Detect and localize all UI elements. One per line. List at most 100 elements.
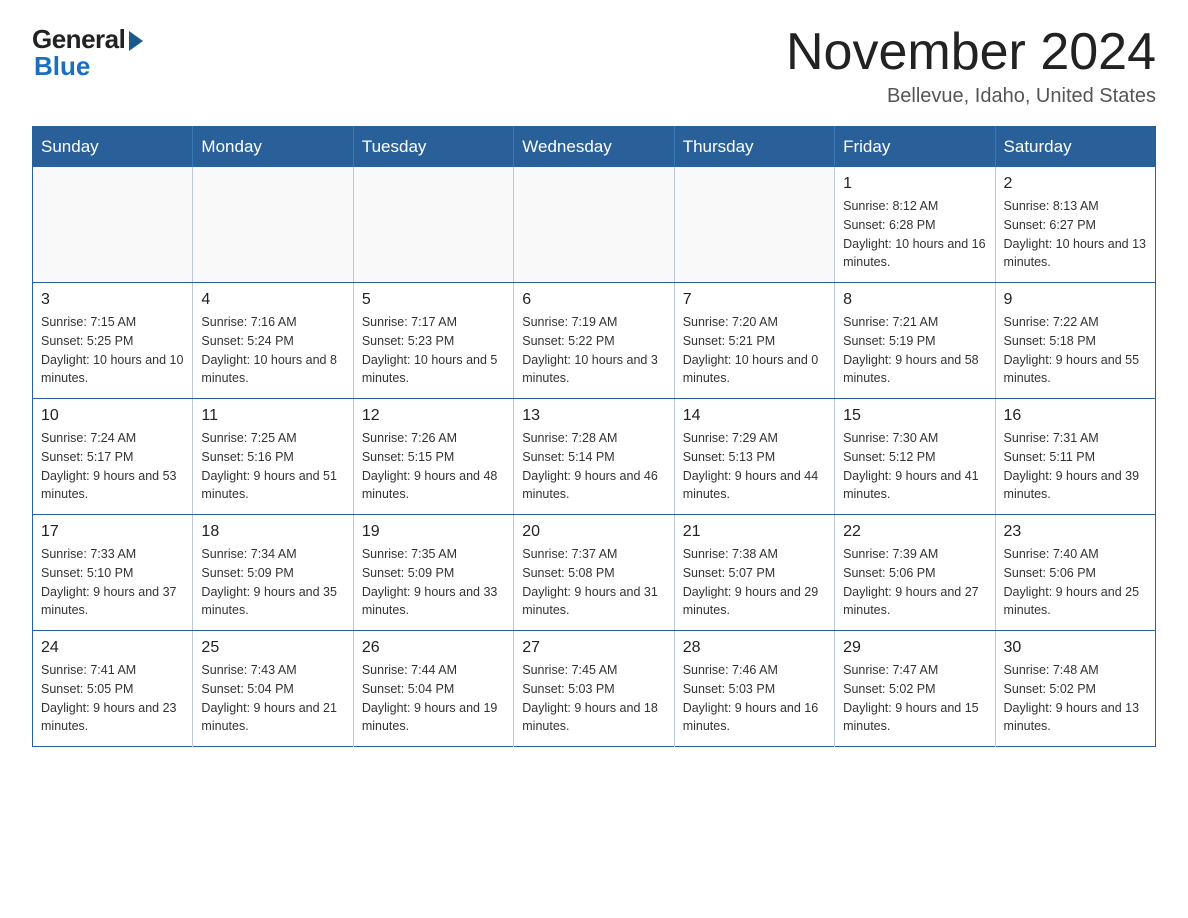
- calendar-cell: 24Sunrise: 7:41 AMSunset: 5:05 PMDayligh…: [33, 631, 193, 747]
- calendar-cell: 12 Sunrise: 7:26 AMSunset: 5:15 PMDayligh…: [353, 399, 513, 515]
- calendar-cell: 8 Sunrise: 7:21 AMSunset: 5:19 PMDaylight…: [835, 283, 995, 399]
- day-number: 14: [683, 407, 826, 425]
- day-number: 16: [1004, 407, 1147, 425]
- calendar-cell: 25 Sunrise: 7:43 AMSunset: 5:04 PMDayligh…: [193, 631, 353, 747]
- calendar-cell: 20Sunrise: 7:37 AMSunset: 5:08 PMDayligh…: [514, 515, 674, 631]
- day-number: 7: [683, 291, 826, 309]
- day-number: 10: [41, 407, 184, 425]
- weekday-header-thursday: Thursday: [674, 127, 834, 168]
- calendar-cell: 15 Sunrise: 7:30 AMSunset: 5:12 PMDayligh…: [835, 399, 995, 515]
- calendar-cell: [33, 167, 193, 283]
- day-info: Sunrise: 7:47 AMSunset: 5:02 PMDaylight:…: [843, 661, 986, 736]
- day-info: Sunrise: 7:46 AMSunset: 5:03 PMDaylight:…: [683, 661, 826, 736]
- day-info: Sunrise: 7:37 AMSunset: 5:08 PMDaylight:…: [522, 545, 665, 620]
- calendar-cell: 23 Sunrise: 7:40 AMSunset: 5:06 PMDayligh…: [995, 515, 1155, 631]
- day-info: Sunrise: 7:45 AMSunset: 5:03 PMDaylight:…: [522, 661, 665, 736]
- day-number: 29: [843, 639, 986, 657]
- day-info: Sunrise: 7:31 AMSunset: 5:11 PMDaylight:…: [1004, 429, 1147, 504]
- day-info: Sunrise: 7:39 AMSunset: 5:06 PMDaylight:…: [843, 545, 986, 620]
- day-number: 25: [201, 639, 344, 657]
- day-info: Sunrise: 7:25 AMSunset: 5:16 PMDaylight:…: [201, 429, 344, 504]
- day-number: 21: [683, 523, 826, 541]
- location: Bellevue, Idaho, United States: [786, 85, 1156, 108]
- calendar-cell: [514, 167, 674, 283]
- day-number: 12: [362, 407, 505, 425]
- day-info: Sunrise: 7:34 AMSunset: 5:09 PMDaylight:…: [201, 545, 344, 620]
- calendar-cell: 14 Sunrise: 7:29 AMSunset: 5:13 PMDayligh…: [674, 399, 834, 515]
- day-info: Sunrise: 7:19 AMSunset: 5:22 PMDaylight:…: [522, 313, 665, 388]
- weekday-header-wednesday: Wednesday: [514, 127, 674, 168]
- calendar-cell: [353, 167, 513, 283]
- calendar-week-4: 17Sunrise: 7:33 AMSunset: 5:10 PMDayligh…: [33, 515, 1156, 631]
- calendar-cell: 6 Sunrise: 7:19 AMSunset: 5:22 PMDaylight…: [514, 283, 674, 399]
- calendar-cell: 9 Sunrise: 7:22 AMSunset: 5:18 PMDaylight…: [995, 283, 1155, 399]
- logo-blue-text: Blue: [34, 51, 90, 82]
- day-number: 28: [683, 639, 826, 657]
- day-number: 19: [362, 523, 505, 541]
- calendar-cell: 16 Sunrise: 7:31 AMSunset: 5:11 PMDayligh…: [995, 399, 1155, 515]
- day-number: 23: [1004, 523, 1147, 541]
- day-number: 4: [201, 291, 344, 309]
- calendar-week-5: 24Sunrise: 7:41 AMSunset: 5:05 PMDayligh…: [33, 631, 1156, 747]
- calendar-week-2: 3Sunrise: 7:15 AMSunset: 5:25 PMDaylight…: [33, 283, 1156, 399]
- day-info: Sunrise: 7:41 AMSunset: 5:05 PMDaylight:…: [41, 661, 184, 736]
- calendar-cell: 26 Sunrise: 7:44 AMSunset: 5:04 PMDayligh…: [353, 631, 513, 747]
- weekday-header-tuesday: Tuesday: [353, 127, 513, 168]
- day-number: 27: [522, 639, 665, 657]
- calendar-cell: [674, 167, 834, 283]
- calendar-cell: 19 Sunrise: 7:35 AMSunset: 5:09 PMDayligh…: [353, 515, 513, 631]
- day-number: 5: [362, 291, 505, 309]
- weekday-header-saturday: Saturday: [995, 127, 1155, 168]
- day-number: 26: [362, 639, 505, 657]
- calendar-cell: 21 Sunrise: 7:38 AMSunset: 5:07 PMDayligh…: [674, 515, 834, 631]
- logo: General Blue: [32, 24, 143, 82]
- day-info: Sunrise: 7:44 AMSunset: 5:04 PMDaylight:…: [362, 661, 505, 736]
- calendar-cell: 22 Sunrise: 7:39 AMSunset: 5:06 PMDayligh…: [835, 515, 995, 631]
- day-number: 9: [1004, 291, 1147, 309]
- calendar-week-3: 10 Sunrise: 7:24 AMSunset: 5:17 PMDayligh…: [33, 399, 1156, 515]
- calendar-cell: 29 Sunrise: 7:47 AMSunset: 5:02 PMDayligh…: [835, 631, 995, 747]
- title-section: November 2024 Bellevue, Idaho, United St…: [786, 24, 1156, 108]
- day-info: Sunrise: 7:28 AMSunset: 5:14 PMDaylight:…: [522, 429, 665, 504]
- weekday-header-monday: Monday: [193, 127, 353, 168]
- day-info: Sunrise: 7:16 AMSunset: 5:24 PMDaylight:…: [201, 313, 344, 388]
- calendar-cell: 4 Sunrise: 7:16 AMSunset: 5:24 PMDaylight…: [193, 283, 353, 399]
- day-info: Sunrise: 7:22 AMSunset: 5:18 PMDaylight:…: [1004, 313, 1147, 388]
- day-info: Sunrise: 7:21 AMSunset: 5:19 PMDaylight:…: [843, 313, 986, 388]
- day-number: 11: [201, 407, 344, 425]
- weekday-header-friday: Friday: [835, 127, 995, 168]
- day-info: Sunrise: 7:29 AMSunset: 5:13 PMDaylight:…: [683, 429, 826, 504]
- calendar-header-row: SundayMondayTuesdayWednesdayThursdayFrid…: [33, 127, 1156, 168]
- calendar-cell: [193, 167, 353, 283]
- calendar-cell: 27 Sunrise: 7:45 AMSunset: 5:03 PMDayligh…: [514, 631, 674, 747]
- day-info: Sunrise: 7:24 AMSunset: 5:17 PMDaylight:…: [41, 429, 184, 504]
- day-info: Sunrise: 8:12 AMSunset: 6:28 PMDaylight:…: [843, 197, 986, 272]
- calendar-week-1: 1 Sunrise: 8:12 AMSunset: 6:28 PMDaylight…: [33, 167, 1156, 283]
- day-number: 13: [522, 407, 665, 425]
- day-info: Sunrise: 7:38 AMSunset: 5:07 PMDaylight:…: [683, 545, 826, 620]
- day-info: Sunrise: 7:26 AMSunset: 5:15 PMDaylight:…: [362, 429, 505, 504]
- calendar-cell: 5Sunrise: 7:17 AMSunset: 5:23 PMDaylight…: [353, 283, 513, 399]
- day-info: Sunrise: 7:40 AMSunset: 5:06 PMDaylight:…: [1004, 545, 1147, 620]
- calendar-cell: 10 Sunrise: 7:24 AMSunset: 5:17 PMDayligh…: [33, 399, 193, 515]
- calendar-cell: 11 Sunrise: 7:25 AMSunset: 5:16 PMDayligh…: [193, 399, 353, 515]
- day-info: Sunrise: 7:35 AMSunset: 5:09 PMDaylight:…: [362, 545, 505, 620]
- calendar-cell: 17Sunrise: 7:33 AMSunset: 5:10 PMDayligh…: [33, 515, 193, 631]
- day-number: 8: [843, 291, 986, 309]
- day-number: 18: [201, 523, 344, 541]
- day-info: Sunrise: 7:48 AMSunset: 5:02 PMDaylight:…: [1004, 661, 1147, 736]
- day-info: Sunrise: 7:30 AMSunset: 5:12 PMDaylight:…: [843, 429, 986, 504]
- calendar-cell: 13 Sunrise: 7:28 AMSunset: 5:14 PMDayligh…: [514, 399, 674, 515]
- calendar: SundayMondayTuesdayWednesdayThursdayFrid…: [32, 126, 1156, 747]
- calendar-cell: 7Sunrise: 7:20 AMSunset: 5:21 PMDaylight…: [674, 283, 834, 399]
- calendar-cell: 3Sunrise: 7:15 AMSunset: 5:25 PMDaylight…: [33, 283, 193, 399]
- day-info: Sunrise: 7:43 AMSunset: 5:04 PMDaylight:…: [201, 661, 344, 736]
- top-section: General Blue November 2024 Bellevue, Ida…: [32, 24, 1156, 108]
- day-number: 2: [1004, 175, 1147, 193]
- day-number: 15: [843, 407, 986, 425]
- day-number: 6: [522, 291, 665, 309]
- day-number: 22: [843, 523, 986, 541]
- calendar-cell: 30Sunrise: 7:48 AMSunset: 5:02 PMDayligh…: [995, 631, 1155, 747]
- calendar-cell: 2Sunrise: 8:13 AMSunset: 6:27 PMDaylight…: [995, 167, 1155, 283]
- day-number: 1: [843, 175, 986, 193]
